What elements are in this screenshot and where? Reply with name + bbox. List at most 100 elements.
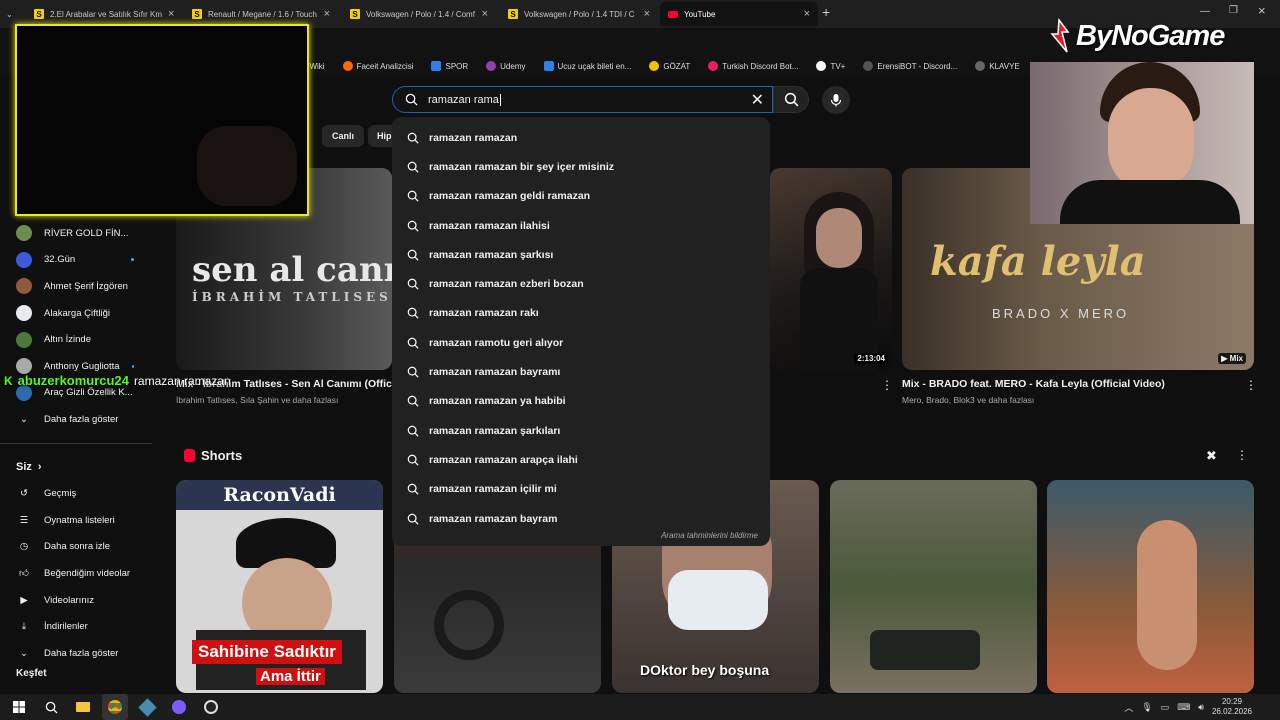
suggestion-text: ramazan ramazan şarkıları <box>429 424 561 437</box>
short-card[interactable] <box>1047 480 1254 693</box>
search-suggestion[interactable]: ramazan ramazan geldi ramazan <box>392 182 770 211</box>
close-icon[interactable]: × <box>324 8 330 20</box>
windows-start-icon[interactable] <box>6 694 32 720</box>
search-button[interactable] <box>773 86 809 113</box>
sidebar-item-watch-later[interactable]: ◷ Daha sonra izle <box>0 534 160 561</box>
discord-icon[interactable] <box>166 694 192 720</box>
voice-search-button[interactable] <box>822 86 850 114</box>
search-icon <box>407 425 419 437</box>
more-options-icon[interactable]: ⋮ <box>1245 378 1257 392</box>
close-icon[interactable]: × <box>168 8 174 20</box>
thumbnail-subtext: BRADO X MERO <box>992 306 1130 321</box>
chip-live[interactable]: Canlı <box>322 125 365 147</box>
erensibot-icon <box>863 61 874 71</box>
search-suggestion[interactable]: ramazan ramazan ilahisi <box>392 211 770 240</box>
search-suggestion[interactable]: ramazan ramazan ya habibi <box>392 387 770 416</box>
bookmark[interactable]: GÖZAT <box>649 61 690 71</box>
minimize-icon[interactable]: — <box>1200 6 1210 17</box>
sidebar-subscription[interactable]: Alakarga Çiftliği <box>0 300 160 327</box>
sidebar-item-playlists[interactable]: ☰ Oynatma listeleri <box>0 507 160 534</box>
search-icon <box>407 454 419 466</box>
sahibinden-icon: S <box>192 9 202 19</box>
microphone-tray-icon[interactable]: 🎙︎ <box>1141 702 1152 713</box>
close-icon[interactable]: × <box>482 8 488 20</box>
sidebar-show-more[interactable]: ⌄ Daha fazla göster <box>0 406 160 433</box>
window-close-icon[interactable]: × <box>1258 3 1266 18</box>
tab-search-button[interactable]: ⌄ <box>0 2 24 26</box>
sidebar-subscription[interactable]: 32.Gün <box>0 247 160 274</box>
chip-hiphop[interactable]: Hip <box>368 125 392 147</box>
video-title[interactable]: Mix - BRADO feat. MERO - Kafa Leyla (Off… <box>902 378 1242 390</box>
bookmark[interactable]: Faceit Analizcisi <box>342 61 413 71</box>
tab-3[interactable]: S Volkswagen / Polo / 1.4 / Comf × <box>342 2 496 26</box>
bookmark[interactable]: KLAVYE <box>975 61 1020 71</box>
suggestion-text: ramazan ramazan bayram <box>429 512 558 525</box>
suggestion-text: ramazan ramazan bir şey içer misiniz <box>429 160 615 173</box>
video-channel[interactable]: İbrahim Tatlıses, Sıla Şahin ve daha faz… <box>176 395 338 405</box>
sidebar-subscription[interactable]: Ahmet Şerif İzgören <box>0 273 160 300</box>
tab-youtube[interactable]: YouTube × <box>660 2 818 26</box>
download-icon: ⤓ <box>21 621 27 633</box>
tab-4[interactable]: S Volkswagen / Polo / 1.4 TDI / C × <box>500 2 658 26</box>
tab-1[interactable]: S 2.El Arabalar ve Satılık Sıfır Km × <box>26 2 180 26</box>
sidebar-subscription[interactable]: RİVER GOLD FİN... <box>0 220 160 247</box>
report-predictions-link[interactable]: Arama tahminlerini bildirme <box>661 531 758 540</box>
clear-search-icon[interactable]: ✕ <box>751 90 764 110</box>
more-options-icon[interactable]: ⋮ <box>1236 448 1248 462</box>
bookmark[interactable]: TV+ <box>816 61 845 71</box>
chat-username: abuzerkomurcu24 <box>17 373 129 388</box>
bookmark[interactable]: ErensiBOT - Discord... <box>863 61 957 71</box>
search-suggestion[interactable]: ramazan ramazan bayramı <box>392 357 770 386</box>
sidebar-item-your-videos[interactable]: ▶ Videolarınız <box>0 587 160 614</box>
clock[interactable]: 20:29 26.02.2026 <box>1212 697 1252 717</box>
sidebar-you-header[interactable]: Siz › <box>0 454 160 481</box>
close-icon[interactable]: × <box>644 8 650 20</box>
sidebar-item-downloads[interactable]: ⤓ İndirilenler <box>0 613 160 640</box>
tray-chevron-up-icon[interactable]: ︿ <box>1124 701 1133 714</box>
chevron-down-icon: ⌄ <box>6 9 13 19</box>
sidebar-item-liked[interactable]: 👍︎ Beğendiğim videolar <box>0 560 160 587</box>
maximize-icon[interactable]: ❐ <box>1229 5 1238 16</box>
bookmark[interactable]: Udemy <box>486 61 526 71</box>
short-card[interactable]: RaconVadi Sahibine Sadıktır Ama İttir <box>176 480 383 693</box>
network-icon[interactable]: ⌨ <box>1177 702 1190 713</box>
bookmark[interactable]: Turkish Discord Bot... <box>708 61 798 71</box>
folder-tray-icon[interactable]: ▭ <box>1161 702 1170 713</box>
search-suggestion[interactable]: ramazan ramotu geri alıyor <box>392 328 770 357</box>
more-options-icon[interactable]: ⋮ <box>881 378 893 392</box>
chrome-icon[interactable] <box>102 694 128 720</box>
search-suggestion[interactable]: ramazan ramazan rakı <box>392 299 770 328</box>
volume-icon[interactable]: 🔊︎ <box>1198 702 1204 713</box>
channel-avatar <box>16 358 32 375</box>
sidebar-subscription[interactable]: Altın İzinde <box>0 326 160 353</box>
search-suggestion[interactable]: ramazan ramazan bir şey içer misiniz <box>392 152 770 181</box>
sidebar-show-more[interactable]: ⌄ Daha fazla göster <box>0 640 160 667</box>
video-channel[interactable]: Mero, Brado, Blok3 ve daha fazlası <box>902 395 1034 405</box>
webcam-overlay-dark <box>15 24 309 216</box>
file-explorer-icon[interactable] <box>70 694 96 720</box>
suggestion-text: ramazan ramazan ilahisi <box>429 219 550 232</box>
tab-2[interactable]: S Renault / Megane / 1.6 / Touch × <box>184 2 338 26</box>
obs-icon[interactable] <box>198 694 224 720</box>
thumbs-up-icon: 👍︎ <box>19 568 29 580</box>
video-thumbnail-series[interactable]: 2:13:04 <box>770 168 892 370</box>
search-suggestion[interactable]: ramazan ramazan arapça ilahi <box>392 445 770 474</box>
search-icon[interactable] <box>38 694 64 720</box>
bookmark[interactable]: SPOR <box>431 61 468 71</box>
close-icon[interactable]: × <box>804 8 810 20</box>
search-input[interactable]: ramazan rama ✕ <box>392 86 773 113</box>
bookmark[interactable]: Ucuz uçak bileti en... <box>543 61 631 71</box>
search-suggestion[interactable]: ramazan ramazan içilir mi <box>392 475 770 504</box>
search-suggestion[interactable]: ramazan ramazan şarkısı <box>392 240 770 269</box>
search-suggestion[interactable]: ramazan ramazan şarkıları <box>392 416 770 445</box>
search-icon <box>407 132 419 144</box>
search-suggestion[interactable]: ramazan ramazan bayram <box>392 504 770 533</box>
app-icon[interactable] <box>134 694 160 720</box>
short-card[interactable] <box>830 480 1037 693</box>
search-suggestion[interactable]: ramazan ramazan <box>392 123 770 152</box>
new-tab-plus-icon[interactable]: + <box>822 4 830 20</box>
streamer-face <box>1108 88 1194 192</box>
search-suggestion[interactable]: ramazan ramazan ezberi bozan <box>392 269 770 298</box>
not-interested-icon[interactable]: ✖ <box>1206 448 1217 464</box>
sidebar-item-history[interactable]: ↺ Geçmiş <box>0 480 160 507</box>
